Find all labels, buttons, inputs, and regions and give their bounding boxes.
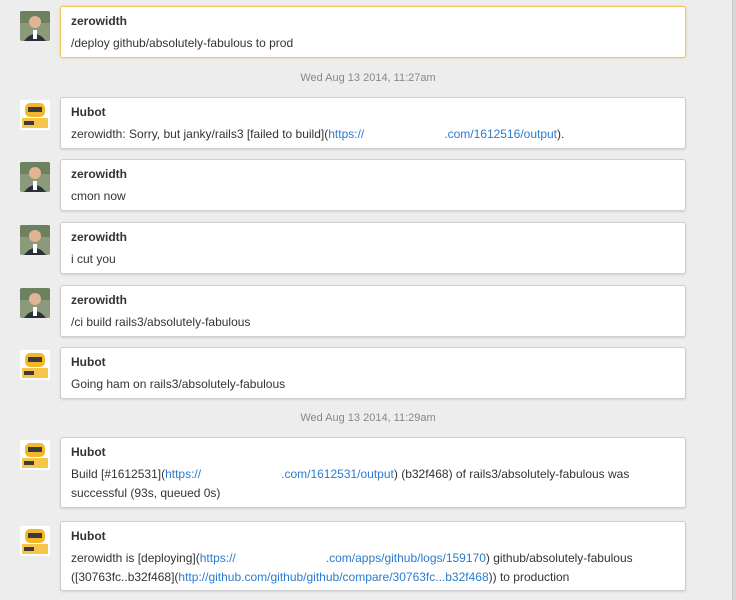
message-text-line2: ([30763fc..b32f468](http://github.com/gi… xyxy=(71,568,675,587)
message-text: /ci build rails3/absolutely-fabulous xyxy=(71,315,251,329)
scrollbar-track[interactable] xyxy=(732,0,736,600)
message-text-segment: ) (b32f468) of rails3/absolutely-fabulou… xyxy=(393,467,630,481)
hubot-avatar[interactable] xyxy=(20,350,50,380)
hubot-avatar[interactable] xyxy=(20,100,50,130)
message-author[interactable]: Hubot xyxy=(71,354,675,370)
message-text-segment: ). xyxy=(557,127,565,141)
message-author[interactable]: Hubot xyxy=(71,528,675,544)
message-text: Going ham on rails3/absolutely-fabulous xyxy=(71,377,286,391)
message-author[interactable]: zerowidth xyxy=(71,166,675,182)
message-bubble: Hubot Going ham on rails3/absolutely-fab… xyxy=(60,347,686,399)
user-avatar[interactable] xyxy=(20,162,50,192)
message-text: cmon now xyxy=(71,189,126,203)
message-text: zerowidth: Sorry, but janky/rails3 [fail… xyxy=(71,125,675,144)
message-bubble: zerowidth i cut you xyxy=(60,222,686,274)
message-text-segment: ([30763fc..b32f468]( xyxy=(71,570,179,584)
message-text-line2: successful (93s, queued 0s) xyxy=(71,486,221,500)
message-text: /deploy github/absolutely-fabulous to pr… xyxy=(71,36,294,50)
chat-transcript: zerowidth /deploy github/absolutely-fabu… xyxy=(0,0,736,600)
message-author[interactable]: Hubot xyxy=(71,104,675,120)
message-text-segment: zerowidth: Sorry, but janky/rails3 [fail… xyxy=(71,127,329,141)
hubot-avatar[interactable] xyxy=(20,440,50,470)
message-bubble: Hubot zerowidth: Sorry, but janky/rails3… xyxy=(60,97,686,149)
message-link[interactable]: https://.com/1612531/output xyxy=(165,467,394,481)
message-text: Build [#1612531](https://.com/1612531/ou… xyxy=(71,465,675,484)
message-text-segment: zerowidth is [deploying]( xyxy=(71,551,200,565)
message-bubble: zerowidth /ci build rails3/absolutely-fa… xyxy=(60,285,686,337)
message-bubble: zerowidth cmon now xyxy=(60,159,686,211)
hubot-avatar[interactable] xyxy=(20,526,50,556)
message-author[interactable]: zerowidth xyxy=(71,13,675,29)
message-text: i cut you xyxy=(71,252,116,266)
message-bubble: Hubot Build [#1612531](https://.com/1612… xyxy=(60,437,686,508)
message-text-segment: )) to production xyxy=(488,570,570,584)
message-link[interactable]: https://.com/1612516/output xyxy=(328,127,557,141)
message-bubble: Hubot zerowidth is [deploying](https://.… xyxy=(60,521,686,591)
message-author[interactable]: zerowidth xyxy=(71,292,675,308)
message-link[interactable]: https://.com/apps/github/logs/159170 xyxy=(200,551,486,565)
user-avatar[interactable] xyxy=(20,288,50,318)
message-link[interactable]: http://github.com/github/github/compare/… xyxy=(178,570,488,584)
user-avatar[interactable] xyxy=(20,11,50,41)
message-author[interactable]: Hubot xyxy=(71,444,675,460)
message-text: zerowidth is [deploying](https://.com/ap… xyxy=(71,549,675,568)
timestamp-divider: Wed Aug 13 2014, 11:29am xyxy=(300,412,436,424)
message-bubble: zerowidth /deploy github/absolutely-fabu… xyxy=(60,6,686,58)
user-avatar[interactable] xyxy=(20,225,50,255)
message-text-segment: ) github/absolutely-fabulous xyxy=(485,551,633,565)
timestamp-divider: Wed Aug 13 2014, 11:27am xyxy=(300,72,436,84)
message-text-segment: Build [#1612531]( xyxy=(71,467,166,481)
message-author[interactable]: zerowidth xyxy=(71,229,675,245)
